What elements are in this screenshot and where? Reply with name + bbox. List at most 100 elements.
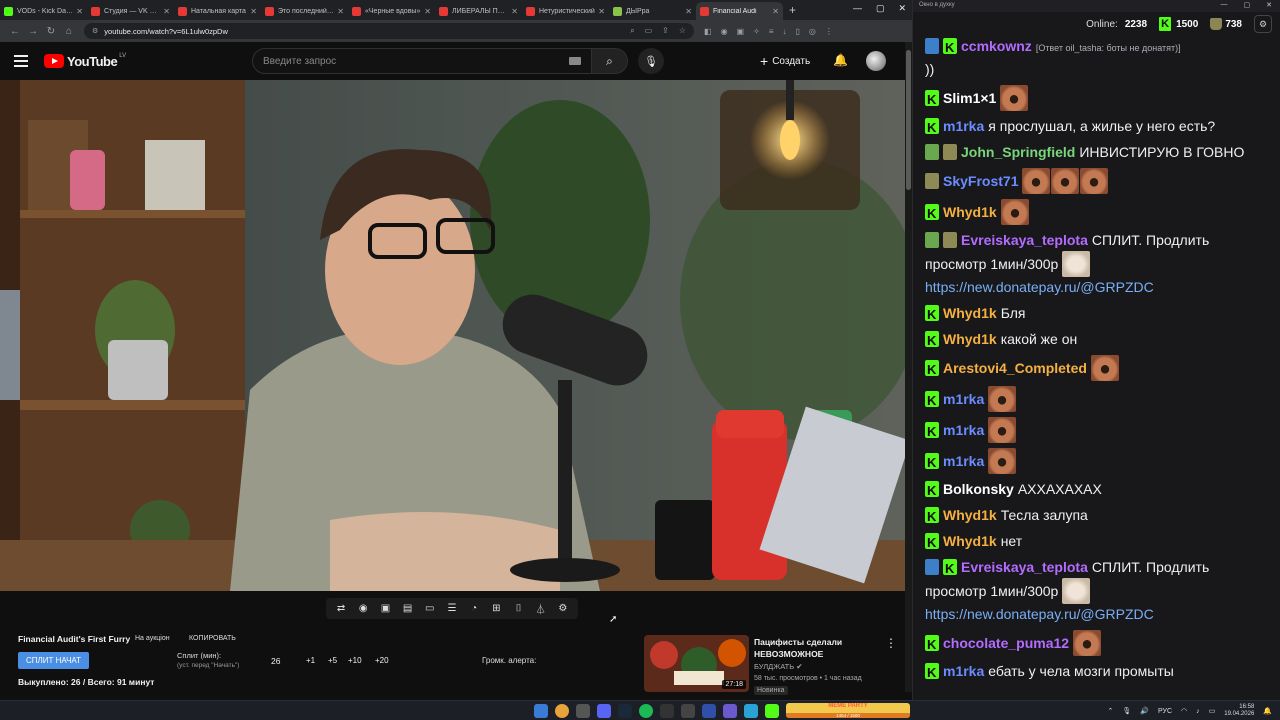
volume-icon[interactable]: ♪ <box>1196 708 1200 715</box>
browser-tab[interactable]: VODs - Kick Dashb ✕ <box>0 2 87 20</box>
omnibox[interactable]: ⚙ youtube.com/watch?v=6L1ulw0zpDw ⌕ ▭ ⇪ … <box>84 23 694 39</box>
tab-close-icon[interactable]: ✕ <box>598 7 605 16</box>
create-button[interactable]: + Создать <box>760 53 810 69</box>
screenshot-icon[interactable]: ▣ <box>378 603 392 615</box>
clock[interactable]: 16:58 19.04.2026 <box>1224 704 1254 718</box>
account-icon[interactable]: ◎ <box>809 27 816 36</box>
app-icon[interactable] <box>723 704 737 718</box>
increment-button[interactable]: +20 <box>375 656 389 665</box>
broadcast-icon[interactable]: ◉ <box>356 603 370 615</box>
mic-icon[interactable]: 🎙 <box>1122 707 1131 715</box>
chat-message-list[interactable]: ccmkownz[Ответ oil_tasha: боты не донатя… <box>913 36 1273 696</box>
reload-icon[interactable]: ↻ <box>42 26 60 37</box>
app-icon[interactable] <box>576 704 590 718</box>
chat-username[interactable]: John_Springfield <box>961 144 1075 160</box>
home-icon[interactable]: ⌂ <box>60 26 78 37</box>
browser-tab[interactable]: Студия — VK Видео✕ <box>87 2 174 20</box>
keyboard-icon[interactable] <box>569 57 581 65</box>
more-icon[interactable]: ⋮ <box>825 27 833 36</box>
speed-icon[interactable]: ◔ <box>467 603 481 615</box>
search-button[interactable]: ⌕ <box>592 48 628 74</box>
puzzle-icon[interactable]: ✧ <box>753 27 760 36</box>
spotify-icon[interactable] <box>639 704 653 718</box>
avatar[interactable] <box>866 51 886 71</box>
chat-username[interactable]: Evreiskaya_teplota <box>961 559 1088 575</box>
back-icon[interactable]: ← <box>6 26 24 37</box>
battery-icon[interactable]: ▭ <box>1209 707 1216 715</box>
browser-tab[interactable]: Financial Audi ✕ <box>696 2 783 20</box>
meme-party-widget[interactable]: MEME PARTY 1454 / 1500 <box>786 703 910 718</box>
kick-app-icon[interactable] <box>765 704 779 718</box>
youtube-logo[interactable]: YouTube LV <box>44 53 126 69</box>
search-input[interactable] <box>263 55 569 67</box>
chat-username[interactable]: m1rka <box>943 422 984 438</box>
theater-icon[interactable]: ▭ <box>423 603 437 615</box>
chat-link[interactable]: https://new.donatepay.ru/@GRPZDC <box>925 606 1154 622</box>
browser-tab[interactable]: Нетуристический ✕ <box>522 2 609 20</box>
more-actions-icon[interactable]: ⋮ <box>885 636 897 650</box>
camera-icon[interactable]: ⌷ <box>511 603 525 615</box>
maximize-icon[interactable]: ▢ <box>876 3 885 14</box>
hamburger-menu-icon[interactable] <box>14 55 28 67</box>
close-icon[interactable]: ✕ <box>1266 1 1272 9</box>
playlist-icon[interactable]: ☰ <box>445 603 459 615</box>
chat-username[interactable]: Bolkonsky <box>943 481 1014 497</box>
download-icon[interactable]: ↓ <box>782 27 786 36</box>
browser-tab[interactable]: «Черные вдовы» ✕ <box>348 2 435 20</box>
chat-link[interactable]: https://new.donatepay.ru/@GRPZDC <box>925 279 1154 295</box>
chat-username[interactable]: Whyd1k <box>943 533 997 549</box>
telegram-icon[interactable] <box>744 704 758 718</box>
voice-search-button[interactable]: 🎙 <box>638 48 664 74</box>
video-player[interactable] <box>0 80 905 591</box>
extension-icon[interactable]: ◉ <box>721 27 728 36</box>
notifications-icon[interactable]: 🔔 <box>1263 707 1272 715</box>
chevron-up-icon[interactable]: ⌃ <box>1108 707 1114 715</box>
site-info-icon[interactable]: ⚙ <box>92 27 98 35</box>
chat-username[interactable]: chocolate_puma12 <box>943 635 1069 651</box>
flask-icon[interactable]: ⏃ <box>534 603 548 616</box>
copy-button[interactable]: КОПИРОВАТЬ <box>189 635 236 642</box>
page-scrollbar[interactable] <box>905 42 912 692</box>
forward-icon[interactable]: → <box>24 26 42 37</box>
chat-username[interactable]: Slim1×1 <box>943 90 996 106</box>
chat-username[interactable]: m1rka <box>943 118 984 134</box>
chat-username[interactable]: Arestovi4_Completed <box>943 360 1087 376</box>
browser-tab[interactable]: Это последний го ✕ <box>261 2 348 20</box>
increment-button[interactable]: +1 <box>306 656 315 665</box>
chat-username[interactable]: m1rka <box>943 453 984 469</box>
wifi-icon[interactable]: ◠ <box>1181 707 1187 715</box>
chat-username[interactable]: Whyd1k <box>943 331 997 347</box>
obs-icon[interactable] <box>660 704 674 718</box>
increment-button[interactable]: +5 <box>328 656 337 665</box>
volume-icon[interactable]: 🔊 <box>1140 707 1149 715</box>
browser-tab[interactable]: ЛИБЕРАЛЫ ПРАВЫ✕ <box>435 2 522 20</box>
settings-gear-icon[interactable]: ⚙ <box>556 603 570 615</box>
split-button[interactable]: СПЛИТ НАЧАТ <box>18 652 89 669</box>
recommended-channel[interactable]: БУЛДЖАТЬ ✔ <box>754 662 803 671</box>
bookmark-star-icon[interactable]: ☆ <box>679 26 686 36</box>
app-icon[interactable] <box>702 704 716 718</box>
minimize-icon[interactable]: — <box>1221 1 1228 9</box>
tab-close-icon[interactable]: ✕ <box>163 7 170 16</box>
tab-close-icon[interactable]: ✕ <box>424 7 431 16</box>
start-icon[interactable] <box>534 704 548 718</box>
increment-button[interactable]: +10 <box>348 656 362 665</box>
notifications-bell-icon[interactable]: 🔔 <box>833 53 848 67</box>
share-icon[interactable]: ⇪ <box>662 26 669 36</box>
chat-username[interactable]: Whyd1k <box>943 507 997 523</box>
recommended-title[interactable]: Пацифисты сделали НЕВОЗМОЖНОЕ <box>754 636 882 660</box>
chat-username[interactable]: ccmkownz <box>961 38 1032 54</box>
chrome-icon[interactable] <box>555 704 569 718</box>
settings-gear-icon[interactable]: ⚙ <box>1254 15 1272 33</box>
chat-username[interactable]: SkyFrost71 <box>943 173 1018 189</box>
tab-close-icon[interactable]: ✕ <box>337 7 344 16</box>
tab-close-icon[interactable]: ✕ <box>76 7 83 16</box>
loop-icon[interactable]: ⇄ <box>334 603 348 615</box>
app-icon[interactable] <box>681 704 695 718</box>
tab-close-icon[interactable]: ✕ <box>772 7 779 16</box>
split-value[interactable]: 26 <box>271 656 280 666</box>
clip-icon[interactable]: ▤ <box>401 603 415 615</box>
add-to-icon[interactable]: ⊞ <box>489 603 503 615</box>
chat-username[interactable]: m1rka <box>943 391 984 407</box>
extension-icon[interactable]: ◧ <box>704 27 712 36</box>
